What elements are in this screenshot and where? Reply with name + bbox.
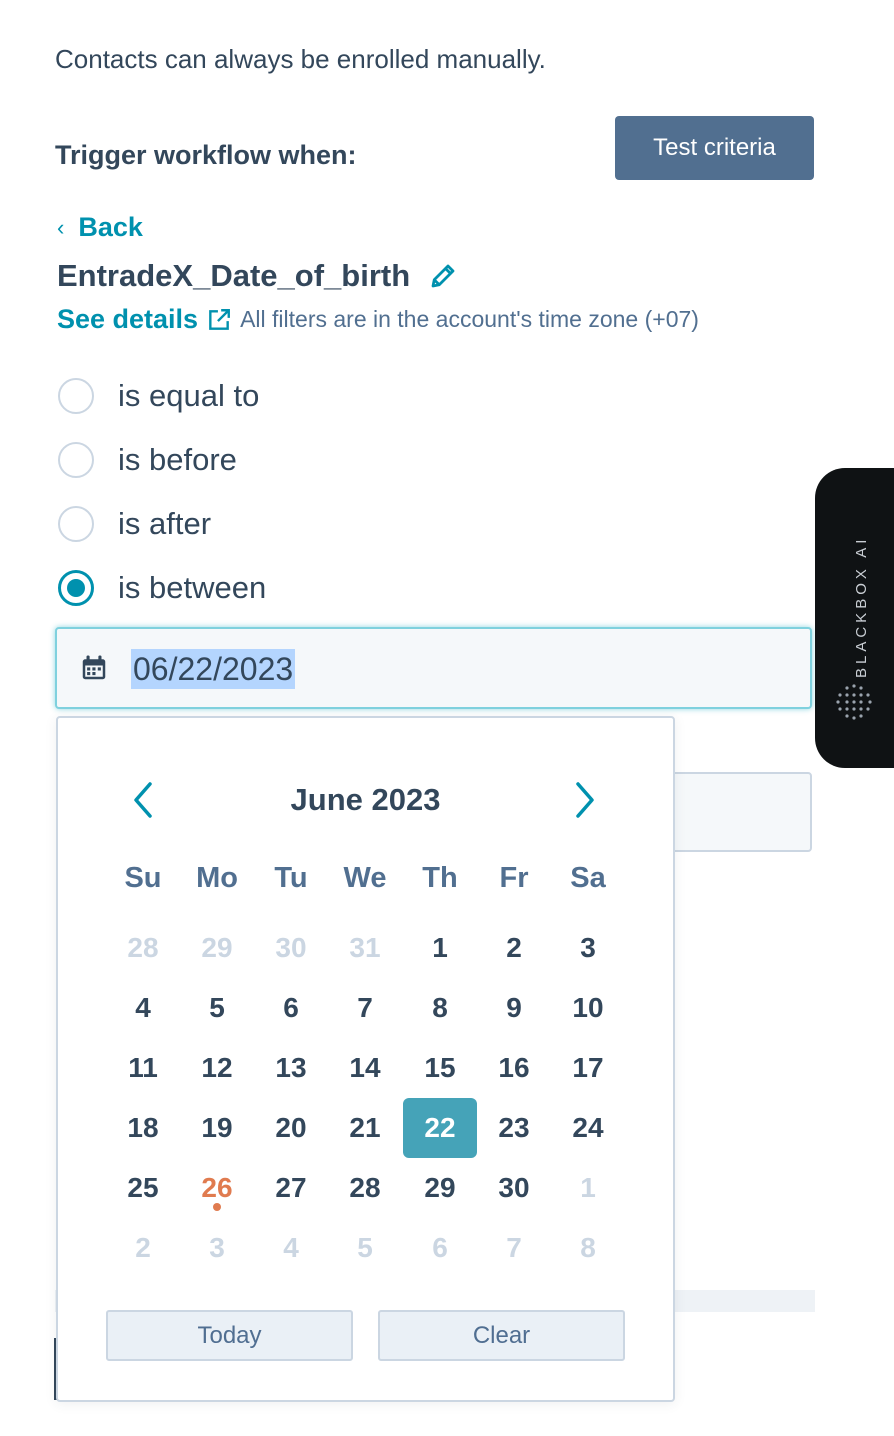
operator-option-before[interactable]: is before (58, 442, 237, 478)
calendar-day[interactable]: 10 (551, 978, 625, 1038)
calendar-day[interactable]: 28 (106, 918, 180, 978)
calendar-day[interactable]: 5 (180, 978, 254, 1038)
operator-label: is equal to (118, 378, 260, 413)
weekday-header: Mo (196, 862, 238, 894)
radio-button-checked[interactable] (58, 570, 94, 606)
trigger-label: Trigger workflow when: (55, 140, 357, 170)
calendar-day[interactable]: 3 (180, 1218, 254, 1278)
back-link[interactable]: ‹ Back (57, 212, 143, 243)
calendar-icon (82, 655, 106, 680)
calendar-day[interactable]: 27 (254, 1158, 328, 1218)
property-title: EntradeX_Date_of_birth (57, 258, 458, 294)
calendar-day[interactable]: 20 (254, 1098, 328, 1158)
calendar-day[interactable]: 8 (551, 1218, 625, 1278)
weekday-header: We (343, 862, 387, 894)
calendar-day[interactable]: 13 (254, 1038, 328, 1098)
blackbox-ai-label: BLACKBOX AI (853, 535, 870, 678)
calendar-day[interactable]: 19 (180, 1098, 254, 1158)
calendar-day-selected[interactable]: 22 (403, 1098, 477, 1158)
calendar-day[interactable]: 16 (477, 1038, 551, 1098)
weekday-header: Fr (499, 862, 529, 894)
calendar-day[interactable]: 2 (106, 1218, 180, 1278)
external-link-icon[interactable] (206, 307, 232, 333)
weekday-header: Sa (570, 862, 606, 894)
calendar-day[interactable]: 4 (254, 1218, 328, 1278)
operator-option-between[interactable]: is between (58, 570, 266, 606)
operator-label: is before (118, 442, 237, 477)
start-date-input[interactable]: 06/22/2023 (55, 627, 812, 709)
pencil-icon[interactable] (428, 261, 458, 291)
radio-button[interactable] (58, 378, 94, 414)
calendar-day[interactable]: 14 (328, 1038, 402, 1098)
date-input-value: 06/22/2023 (131, 649, 296, 689)
weekday-header: Su (124, 862, 162, 894)
today-button[interactable]: Today (106, 1310, 353, 1361)
calendar-day-today[interactable]: 26 (180, 1158, 254, 1218)
calendar-day[interactable]: 2 (477, 918, 551, 978)
calendar-day[interactable]: 11 (106, 1038, 180, 1098)
operator-label: is between (118, 570, 267, 605)
operator-option-after[interactable]: is after (58, 506, 211, 542)
calendar-day[interactable]: 30 (254, 918, 328, 978)
operator-option-equal[interactable]: is equal to (58, 378, 259, 414)
intro-text: Contacts can always be enrolled manually… (55, 44, 546, 74)
blackbox-logo-icon (836, 684, 872, 720)
weekday-header: Tu (274, 862, 308, 894)
calendar-day[interactable]: 30 (477, 1158, 551, 1218)
calendar-day[interactable]: 18 (106, 1098, 180, 1158)
calendar-day[interactable]: 1 (403, 918, 477, 978)
calendar-day[interactable]: 6 (254, 978, 328, 1038)
calendar-day[interactable]: 29 (403, 1158, 477, 1218)
calendar-day[interactable]: 3 (551, 918, 625, 978)
weekday-header: Th (422, 862, 458, 894)
calendar-day[interactable]: 7 (328, 978, 402, 1038)
details-row: See details All filters are in the accou… (57, 304, 699, 335)
radio-button[interactable] (58, 442, 94, 478)
calendar-day[interactable]: 1 (551, 1158, 625, 1218)
calendar-day[interactable]: 31 (328, 918, 402, 978)
calendar-day[interactable]: 21 (328, 1098, 402, 1158)
clear-button[interactable]: Clear (378, 1310, 625, 1361)
calendar-day[interactable]: 5 (328, 1218, 402, 1278)
property-name: EntradeX_Date_of_birth (57, 258, 411, 293)
calendar-day[interactable]: 24 (551, 1098, 625, 1158)
calendar-day[interactable]: 8 (403, 978, 477, 1038)
calendar-day[interactable]: 28 (328, 1158, 402, 1218)
calendar-day[interactable]: 6 (403, 1218, 477, 1278)
test-criteria-button[interactable]: Test criteria (615, 116, 814, 180)
chevron-left-icon: ‹ (57, 214, 65, 240)
see-details-link[interactable]: See details (57, 304, 198, 335)
timezone-note: All filters are in the account's time zo… (240, 306, 699, 332)
next-month-button[interactable] (568, 780, 602, 820)
back-label: Back (78, 212, 143, 242)
calendar-day[interactable]: 7 (477, 1218, 551, 1278)
radio-button[interactable] (58, 506, 94, 542)
end-date-input-background (660, 772, 812, 852)
calendar-day[interactable]: 9 (477, 978, 551, 1038)
calendar-day[interactable]: 4 (106, 978, 180, 1038)
calendar-day[interactable]: 29 (180, 918, 254, 978)
operator-label: is after (118, 506, 212, 541)
calendar-day[interactable]: 17 (551, 1038, 625, 1098)
calendar-day[interactable]: 15 (403, 1038, 477, 1098)
calendar-day[interactable]: 12 (180, 1038, 254, 1098)
calendar-day[interactable]: 25 (106, 1158, 180, 1218)
calendar-day[interactable]: 23 (477, 1098, 551, 1158)
